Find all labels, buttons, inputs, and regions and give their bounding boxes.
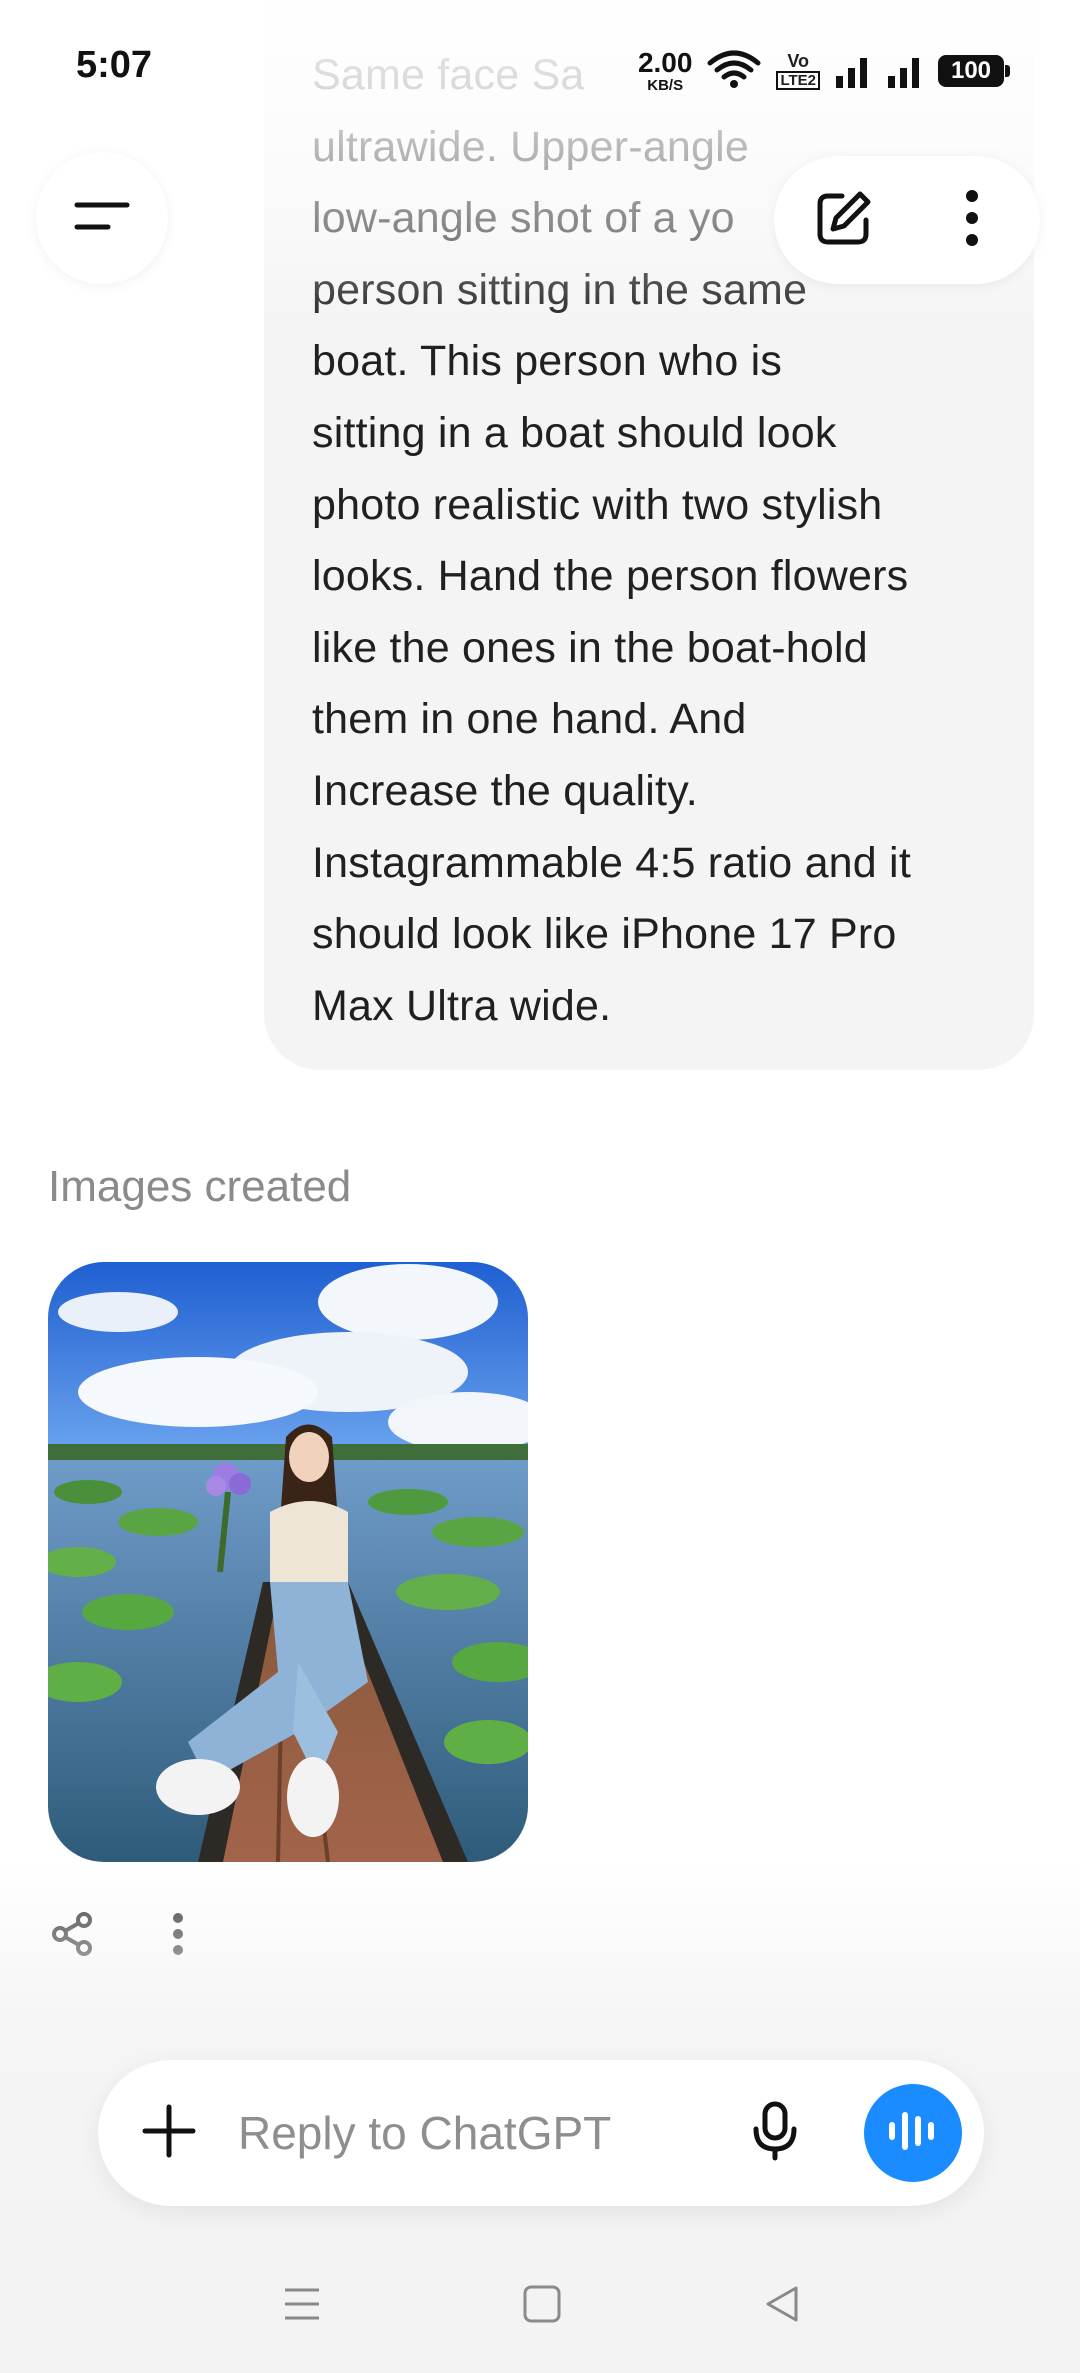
message-line: Instagrammable 4:5 ratio and it xyxy=(312,838,911,887)
message-line: photo realistic with two stylish xyxy=(312,480,883,529)
more-vertical-icon xyxy=(962,188,982,253)
signal-icon-2 xyxy=(886,50,924,93)
nav-back-button[interactable] xyxy=(752,2276,812,2336)
mic-icon xyxy=(751,2101,799,2166)
nav-home-button[interactable] xyxy=(512,2276,572,2336)
dictation-button[interactable] xyxy=(738,2096,812,2170)
status-icons: 2.00 KB/S Vo LTE2 100 xyxy=(637,47,1010,94)
header-actions xyxy=(774,156,1040,284)
voice-mode-button[interactable] xyxy=(864,2084,962,2182)
menu-icon xyxy=(74,196,130,241)
edit-icon xyxy=(814,188,874,253)
images-created-label: Images created xyxy=(48,1162,352,1211)
message-line: Max Ultra wide. xyxy=(312,981,612,1030)
voice-waveform-icon xyxy=(887,2109,939,2158)
lte-label: LTE2 xyxy=(776,71,820,90)
network-speed-unit: KB/S xyxy=(647,77,684,94)
message-line: like the ones in the boat-hold xyxy=(312,623,868,672)
add-attachment-button[interactable] xyxy=(132,2096,206,2170)
message-composer xyxy=(98,2060,984,2206)
system-nav-bar xyxy=(0,2240,1080,2373)
network-speed-value: 2.00 xyxy=(637,47,693,78)
new-chat-button[interactable] xyxy=(798,174,890,266)
generated-image-illustration xyxy=(48,1262,528,1862)
signal-icon xyxy=(834,50,872,93)
menu-button[interactable] xyxy=(36,152,168,284)
status-time: 5:07 xyxy=(76,44,153,86)
battery-indicator: 100 xyxy=(938,55,1010,87)
back-icon xyxy=(762,2284,802,2329)
volte-indicator: Vo LTE2 xyxy=(776,52,820,90)
generated-image[interactable] xyxy=(48,1262,528,1862)
plus-icon xyxy=(141,2103,197,2164)
wifi-icon xyxy=(706,49,762,94)
home-icon xyxy=(522,2284,562,2329)
reply-input[interactable] xyxy=(238,2098,668,2168)
recents-icon xyxy=(282,2284,322,2329)
volte-label: Vo xyxy=(787,51,810,71)
more-options-button[interactable] xyxy=(926,174,1018,266)
message-line: boat. This person who is xyxy=(312,337,783,386)
message-line: should look like iPhone 17 Pro xyxy=(312,910,897,959)
network-speed: 2.00 KB/S xyxy=(637,47,693,94)
message-line: Increase the quality. xyxy=(312,766,698,815)
message-line: looks. Hand the person flowers xyxy=(312,552,909,601)
message-line: sitting in a boat should look xyxy=(312,408,837,457)
nav-recents-button[interactable] xyxy=(272,2276,332,2336)
chat-screen: Same face Sa ultrawide. Upper-angle low-… xyxy=(0,0,1080,2373)
message-line: them in one hand. And xyxy=(312,695,747,744)
